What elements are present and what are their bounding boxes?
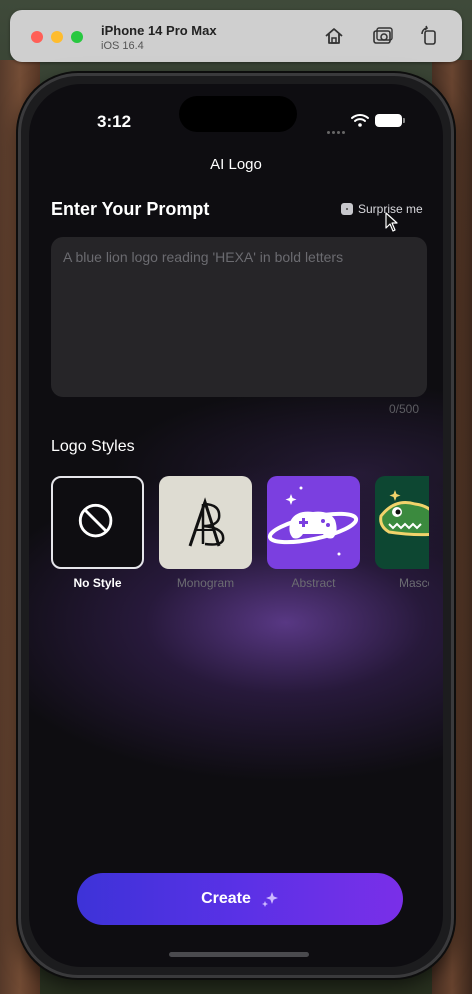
rotate-icon[interactable] bbox=[418, 25, 440, 47]
logo-styles-heading: Logo Styles bbox=[51, 438, 135, 455]
sparkle-icon bbox=[261, 892, 278, 907]
home-icon[interactable] bbox=[323, 25, 345, 47]
simulator-os-version: iOS 16.4 bbox=[101, 40, 144, 52]
prompt-heading: Enter Your Prompt bbox=[51, 199, 210, 219]
style-label-no-style: No Style bbox=[73, 576, 122, 590]
style-card-no-style[interactable]: No Style bbox=[51, 476, 144, 590]
style-card-monogram[interactable]: Monogram bbox=[159, 476, 252, 590]
signal-dots-icon bbox=[327, 121, 347, 134]
dynamic-island bbox=[179, 96, 297, 132]
minimize-window-button[interactable] bbox=[51, 31, 63, 43]
character-counter: 0/500 bbox=[389, 402, 420, 416]
dice-icon bbox=[341, 203, 353, 215]
wifi-icon bbox=[351, 114, 369, 127]
no-style-thumbnail bbox=[51, 476, 144, 569]
abstract-planet-controller-icon bbox=[267, 486, 359, 556]
prompt-input[interactable] bbox=[63, 249, 415, 385]
status-time: 3:12 bbox=[97, 112, 132, 131]
simulator-device-name: iPhone 14 Pro Max bbox=[101, 23, 217, 38]
style-label-monogram: Monogram bbox=[176, 576, 235, 590]
no-style-icon bbox=[78, 503, 113, 538]
prompt-input-container bbox=[51, 237, 427, 397]
mascot-crocodile-icon bbox=[379, 490, 429, 537]
phone-frame: 3:12 AI Logo Enter Your Prompt Surprise … bbox=[18, 73, 454, 978]
screenshot-icon[interactable] bbox=[372, 25, 394, 47]
surprise-me-button[interactable]: Surprise me bbox=[341, 202, 423, 216]
create-button[interactable]: Create bbox=[77, 873, 403, 925]
logo-styles-carousel[interactable]: No Style Monogram Abstract Masc bbox=[51, 476, 429, 606]
home-indicator[interactable] bbox=[169, 952, 309, 957]
zoom-window-button[interactable] bbox=[71, 31, 83, 43]
monogram-thumbnail bbox=[159, 476, 252, 569]
style-card-abstract[interactable]: Abstract bbox=[267, 476, 360, 590]
close-window-button[interactable] bbox=[31, 31, 43, 43]
app-screen: 3:12 AI Logo Enter Your Prompt Surprise … bbox=[29, 84, 443, 967]
battery-icon bbox=[375, 114, 405, 127]
mouse-cursor-icon bbox=[385, 212, 398, 232]
style-label-abstract: Abstract bbox=[291, 576, 336, 590]
mascot-thumbnail bbox=[375, 476, 429, 569]
nav-title: AI Logo bbox=[210, 156, 262, 173]
simulator-title-bar: iPhone 14 Pro Max iOS 16.4 bbox=[10, 10, 462, 62]
create-button-label: Create bbox=[201, 890, 251, 907]
style-label-mascot: Mascot bbox=[399, 576, 429, 590]
style-card-mascot[interactable]: Mascot bbox=[375, 476, 429, 590]
monogram-logo-icon bbox=[188, 497, 225, 547]
abstract-thumbnail bbox=[267, 476, 360, 569]
